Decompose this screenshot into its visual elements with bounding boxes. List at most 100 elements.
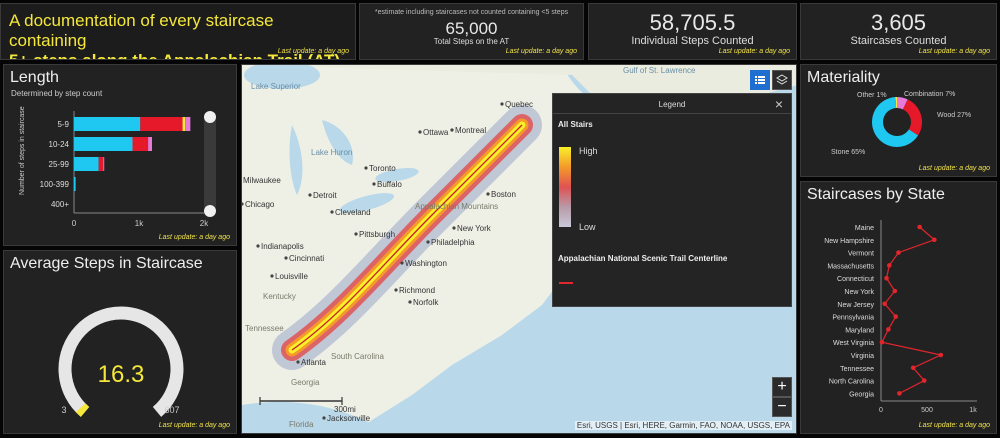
legend-panel: Legend × All Stairs High Low Appalachian… — [552, 93, 792, 307]
gauge-value: 16.3 — [98, 361, 145, 388]
place-label: Ottawa — [423, 128, 449, 137]
bar-segment — [185, 117, 191, 131]
category-label: 10-24 — [49, 140, 70, 149]
state-point — [932, 237, 937, 243]
place-dot — [372, 182, 376, 186]
states-panel: Staircases by State Maine New Hampshire Ve… — [800, 181, 997, 434]
zoom-in-button[interactable]: + — [772, 377, 792, 397]
place-dot — [270, 274, 274, 278]
state-point — [884, 275, 889, 281]
map-place-22: Tennessee — [245, 324, 284, 333]
legend-low-label: Low — [579, 222, 596, 232]
legend-toggle-button[interactable] — [750, 70, 770, 90]
place-label: South Carolina — [331, 352, 384, 361]
map-place-3: Lake Superior — [251, 82, 301, 91]
place-dot — [450, 128, 454, 132]
layers-icon — [776, 74, 788, 85]
place-label: Kentucky — [263, 292, 296, 301]
length-bar-chart: Number of steps in staircase 5-9 10-24 25-9… — [19, 106, 216, 228]
bar-segment — [74, 117, 141, 131]
last-update: Last update: a day ago — [277, 48, 349, 55]
place-label: Tennessee — [245, 324, 284, 333]
legend-high-label: High — [579, 146, 598, 156]
state-label: New Jersey — [837, 302, 874, 309]
place-dot — [296, 360, 300, 364]
place-label: Appalachian Mountains — [415, 202, 498, 211]
staircases-counted-label: Staircases Counted — [850, 35, 947, 47]
last-update: Last update: a day ago — [158, 234, 230, 241]
total-steps-value: 65,000 — [445, 19, 498, 38]
map-place-27: Florida — [289, 420, 314, 429]
place-label: Atlanta — [301, 358, 326, 367]
map-place-17: Washington — [400, 259, 447, 268]
legend-layer-all-stairs: All Stairs — [558, 120, 593, 129]
map-place-5: Toronto — [364, 164, 396, 173]
map-place-9: Chicago — [242, 200, 275, 209]
map-place-28: Gulf of St. Lawrence — [623, 66, 696, 75]
total-steps-panel: *estimate including staircases not count… — [359, 3, 584, 60]
place-label: Jacksonville — [327, 414, 371, 423]
map-place-1: Ottawa — [418, 128, 449, 137]
state-point — [896, 250, 901, 255]
scale-label: 300mi — [334, 405, 356, 414]
layers-button[interactable] — [772, 70, 792, 90]
range-slider-track[interactable] — [204, 115, 216, 211]
place-dot — [426, 240, 430, 244]
place-label: Pittsburgh — [359, 230, 395, 239]
place-dot — [354, 232, 358, 236]
category-label: 5-9 — [57, 120, 69, 129]
map-place-23: Atlanta — [296, 358, 326, 367]
place-label: Lake Superior — [251, 82, 301, 91]
heat-gradient — [559, 147, 571, 227]
last-update: Last update: a day ago — [158, 422, 230, 429]
zoom-out-button[interactable]: − — [772, 397, 792, 417]
place-label: Quebec — [505, 100, 533, 109]
place-dot — [364, 166, 368, 170]
map-place-7: Milwaukee — [243, 176, 281, 185]
place-label: Georgia — [291, 378, 320, 387]
place-dot — [394, 288, 398, 292]
bar-segment — [103, 157, 105, 171]
states-line-chart: Maine New Hampshire Vermont Massachusetts Co… — [824, 220, 977, 414]
range-slider-handle-bottom[interactable] — [204, 205, 216, 217]
gauge-max: 607 — [164, 405, 179, 415]
place-label: Toronto — [369, 164, 396, 173]
bar-segment — [74, 137, 133, 151]
place-label: Philadelphia — [431, 238, 475, 247]
state-point — [882, 301, 887, 307]
bar-segment — [74, 157, 99, 171]
place-label: Louisville — [275, 272, 308, 281]
state-label: Maine — [855, 225, 874, 232]
state-label: West Virginia — [833, 340, 874, 347]
place-label: New York — [457, 224, 492, 233]
map-place-19: Richmond — [394, 286, 435, 295]
bar-segment — [140, 117, 183, 131]
map-place-13: New York — [452, 224, 492, 233]
map-panel[interactable]: Quebec Ottawa Montreal Lake Superior Lake Hu… — [241, 64, 797, 434]
close-icon[interactable]: × — [775, 96, 783, 112]
map-place-0: Quebec — [500, 100, 533, 109]
state-label: Massachusetts — [827, 263, 874, 270]
place-dot — [452, 226, 456, 230]
map-place-8: Detroit — [308, 191, 337, 200]
staircases-counted-value: 3,605 — [870, 10, 927, 35]
state-point — [917, 224, 922, 230]
state-point — [938, 352, 944, 358]
range-slider-handle-top[interactable] — [204, 111, 216, 123]
state-label: Georgia — [849, 391, 874, 398]
map-place-25: Georgia — [291, 378, 320, 387]
length-panel: Length Determined by step count Number o… — [3, 64, 237, 246]
individual-steps-value: 58,705.5 — [649, 10, 736, 35]
state-label: Pennsylvania — [832, 315, 874, 322]
category-label: 400+ — [51, 200, 69, 209]
category-label: 100-399 — [40, 180, 70, 189]
state-label: New York — [844, 289, 874, 296]
x-tick-label: 1k — [135, 219, 144, 228]
place-dot — [256, 244, 260, 248]
place-dot — [330, 210, 334, 214]
state-label: Vermont — [848, 251, 874, 258]
staircases-counted-panel: 3,605 Staircases Counted Last update: a … — [800, 3, 997, 60]
title-line-1: A documentation of every staircase conta… — [9, 11, 274, 50]
place-dot — [408, 300, 412, 304]
slice-label: Combination 7% — [904, 91, 955, 98]
